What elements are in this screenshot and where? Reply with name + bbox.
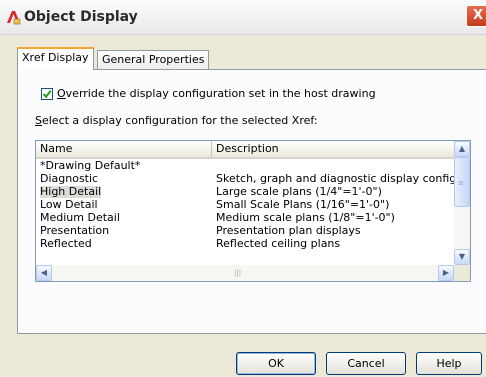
scroll-left-button[interactable]: ◀ <box>36 265 52 281</box>
cancel-button[interactable]: Cancel <box>326 352 406 375</box>
ok-button[interactable]: OK <box>236 352 316 375</box>
row-description: Sketch, graph and diagnostic display con… <box>216 172 471 185</box>
checkmark-icon <box>42 90 52 99</box>
row-description: Medium scale plans (1/8"=1'-0") <box>216 211 395 224</box>
chevron-left-icon: ◀ <box>40 268 48 277</box>
display-config-list[interactable]: Name Description *Drawing Default* Diagn… <box>35 140 471 282</box>
grip-icon: ||| <box>234 269 242 277</box>
row-description: Presentation plan displays <box>216 224 361 237</box>
row-name: Medium Detail <box>40 211 120 224</box>
override-label[interactable]: Override the display configuration set i… <box>57 87 376 100</box>
row-name: Presentation <box>40 224 110 237</box>
scrollbar-corner <box>454 265 470 281</box>
column-header-name[interactable]: Name <box>36 141 212 159</box>
row-description: Large scale plans (1/4"=1'-0") <box>216 185 382 198</box>
autocad-logo-icon <box>5 9 21 25</box>
row-description: Reflected ceiling plans <box>216 237 341 250</box>
horizontal-scrollbar[interactable]: ◀ ||| ▶ <box>36 265 454 281</box>
select-config-label: Select a display configuration for the s… <box>35 114 318 127</box>
row-name: *Drawing Default* <box>40 159 141 172</box>
chevron-up-icon: ▲ <box>458 144 466 153</box>
window-title: Object Display <box>24 9 138 25</box>
scroll-right-button[interactable]: ▶ <box>438 265 454 281</box>
column-header-description[interactable]: Description <box>212 141 454 159</box>
title-bar[interactable]: Object Display X <box>0 0 486 35</box>
vertical-scrollbar[interactable]: ▲ ≡ ▼ <box>454 141 470 265</box>
object-display-dialog: Object Display X Xref Display General Pr… <box>0 0 486 377</box>
grip-icon: ≡ <box>458 179 464 187</box>
chevron-right-icon: ▶ <box>442 268 450 277</box>
row-description: Small Scale Plans (1/16"=1'-0") <box>216 198 390 211</box>
scroll-down-button[interactable]: ▼ <box>454 249 470 265</box>
override-checkbox[interactable] <box>41 88 53 100</box>
tab-general-properties[interactable]: General Properties <box>97 50 210 70</box>
tab-xref-display[interactable]: Xref Display <box>17 47 94 70</box>
row-name: High Detail <box>40 185 102 198</box>
row-name: Diagnostic <box>40 172 99 185</box>
close-button[interactable]: X <box>466 5 486 27</box>
close-icon: X <box>472 8 484 23</box>
chevron-down-icon: ▼ <box>458 252 466 261</box>
row-name: Reflected <box>40 237 92 250</box>
help-button[interactable]: Help <box>416 352 482 375</box>
row-name: Low Detail <box>40 198 98 211</box>
scroll-up-button[interactable]: ▲ <box>454 141 470 157</box>
vertical-scroll-thumb[interactable]: ≡ <box>454 157 470 207</box>
